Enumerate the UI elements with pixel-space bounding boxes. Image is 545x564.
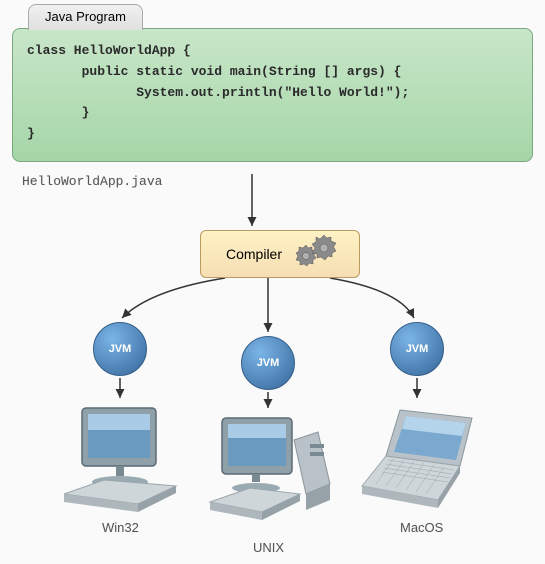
computer-win32-icon [60, 400, 180, 525]
platform-label-macos: MacOS [400, 520, 443, 535]
code-block: class HelloWorldApp { public static void… [12, 28, 533, 162]
jvm-bubble-macos: JVM [390, 322, 444, 376]
gear-icon [290, 234, 340, 274]
jvm-bubble-win32: JVM [93, 322, 147, 376]
platform-label-unix: UNIX [253, 540, 284, 555]
compiler-label: Compiler [220, 246, 282, 262]
compiler-box: Compiler [200, 230, 360, 278]
jvm-bubble-unix: JVM [241, 336, 295, 390]
platform-label-win32: Win32 [102, 520, 139, 535]
laptop-macos-icon [360, 400, 490, 525]
code-tab: Java Program [28, 4, 143, 30]
java-compile-diagram: Java Program class HelloWorldApp { publi… [0, 0, 545, 564]
computer-unix-icon [208, 400, 338, 545]
source-filename: HelloWorldApp.java [22, 174, 162, 189]
